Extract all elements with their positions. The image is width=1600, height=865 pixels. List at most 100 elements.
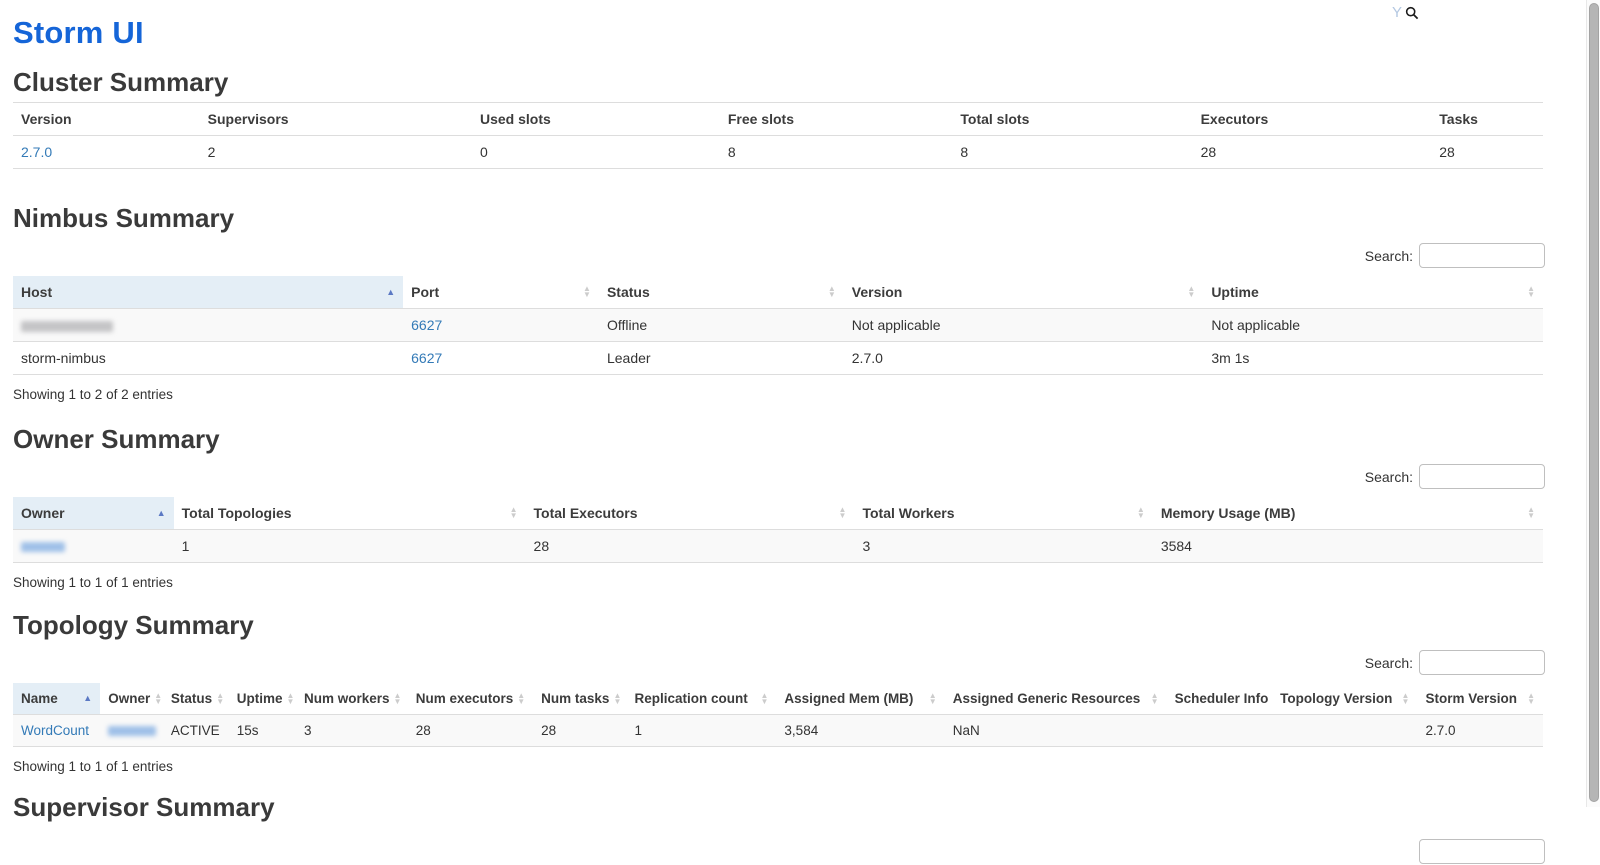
topology-header-row: Name▲ Owner▲▼ Status▲▼ Uptime▲▼ Num work… (13, 683, 1543, 715)
col-replication-count[interactable]: Replication count▲▼ (626, 683, 776, 715)
sort-idle-icon: ▲▼ (510, 507, 518, 519)
sort-idle-icon: ▲▼ (1402, 693, 1410, 705)
col-port[interactable]: Port▲▼ (403, 276, 599, 309)
topology-owner-redacted (100, 715, 163, 747)
col-uptime[interactable]: Uptime▲▼ (1203, 276, 1543, 309)
cluster-free-slots: 8 (720, 136, 953, 169)
cluster-header-row: Version Supervisors Used slots Free slot… (13, 103, 1543, 136)
cluster-version-link[interactable]: 2.7.0 (21, 144, 52, 160)
nimbus-search-bar: Search: (13, 243, 1545, 269)
supervisor-search-bar (13, 839, 1545, 865)
topology-num-workers: 3 (296, 715, 408, 747)
sort-asc-icon: ▲ (83, 694, 92, 703)
redacted-owner-link[interactable] (21, 542, 65, 552)
col-name[interactable]: Name▲ (13, 683, 100, 715)
col-assigned-generic-resources[interactable]: Assigned Generic Resources▲▼ (945, 683, 1167, 715)
nimbus-version: 2.7.0 (844, 342, 1204, 375)
topology-search-bar: Search: (13, 650, 1545, 676)
col-topology-version[interactable]: Topology Version▲▼ (1272, 683, 1417, 715)
col-topo-status[interactable]: Status▲▼ (163, 683, 229, 715)
topology-summary-table: Name▲ Owner▲▼ Status▲▼ Uptime▲▼ Num work… (13, 683, 1543, 747)
sort-idle-icon: ▲▼ (1187, 286, 1195, 298)
col-total-workers[interactable]: Total Workers▲▼ (854, 497, 1152, 530)
redacted-owner-link[interactable] (108, 726, 156, 736)
topology-replication-count: 1 (626, 715, 776, 747)
sort-idle-icon: ▲▼ (517, 693, 525, 705)
col-num-workers[interactable]: Num workers▲▼ (296, 683, 408, 715)
cluster-total-slots: 8 (952, 136, 1192, 169)
owner-summary-table: Owner▲ Total Topologies▲▼ Total Executor… (13, 497, 1543, 563)
redacted-host (21, 321, 113, 332)
owner-memory-usage: 3584 (1153, 530, 1543, 563)
cluster-tasks: 28 (1431, 136, 1543, 169)
col-tasks: Tasks (1431, 103, 1543, 136)
col-num-tasks[interactable]: Num tasks▲▼ (533, 683, 626, 715)
nimbus-port-link[interactable]: 6627 (411, 350, 442, 366)
nimbus-status: Offline (599, 309, 844, 342)
col-scheduler-info[interactable]: Scheduler Info▲▼ (1167, 683, 1273, 715)
col-num-executors[interactable]: Num executors▲▼ (408, 683, 533, 715)
cluster-used-slots: 0 (472, 136, 720, 169)
topology-search-label: Search: (1365, 655, 1413, 671)
topology-storm-version: 2.7.0 (1417, 715, 1543, 747)
owner-name-redacted (13, 530, 174, 563)
app-title-link[interactable]: Storm UI (13, 15, 1545, 51)
col-topo-owner[interactable]: Owner▲▼ (100, 683, 163, 715)
sort-idle-icon: ▲▼ (1527, 286, 1535, 298)
col-used-slots: Used slots (472, 103, 720, 136)
topology-uptime: 15s (229, 715, 296, 747)
owner-total-executors: 28 (526, 530, 855, 563)
owner-search-bar: Search: (13, 464, 1545, 490)
storm-ui-page: Storm UI Cluster Summary Version Supervi… (13, 0, 1545, 865)
nimbus-host-redacted (13, 309, 403, 342)
col-total-slots: Total slots (952, 103, 1192, 136)
topology-search-input[interactable] (1419, 650, 1545, 675)
nimbus-search-input[interactable] (1419, 243, 1545, 268)
scrollbar-thumb[interactable] (1589, 3, 1599, 802)
col-storm-version[interactable]: Storm Version▲▼ (1417, 683, 1543, 715)
cluster-summary-table: Version Supervisors Used slots Free slot… (13, 102, 1543, 169)
nimbus-row: 6627 Offline Not applicable Not applicab… (13, 309, 1543, 342)
col-status[interactable]: Status▲▼ (599, 276, 844, 309)
nimbus-version: Not applicable (844, 309, 1204, 342)
col-memory-usage[interactable]: Memory Usage (MB)▲▼ (1153, 497, 1543, 530)
col-free-slots: Free slots (720, 103, 953, 136)
sort-idle-icon: ▲▼ (1137, 507, 1145, 519)
topology-assigned-generic-resources: NaN (945, 715, 1167, 747)
col-total-topologies[interactable]: Total Topologies▲▼ (174, 497, 526, 530)
col-version: Version (13, 103, 200, 136)
vertical-scrollbar[interactable] (1586, 0, 1600, 807)
cluster-supervisors: 2 (200, 136, 472, 169)
cluster-row: 2.7.0 2 0 8 8 28 28 (13, 136, 1543, 169)
col-owner[interactable]: Owner▲ (13, 497, 174, 530)
topology-status: ACTIVE (163, 715, 229, 747)
col-topo-uptime[interactable]: Uptime▲▼ (229, 683, 296, 715)
sort-idle-icon: ▲▼ (394, 693, 402, 705)
sort-idle-icon: ▲▼ (1151, 693, 1159, 705)
col-assigned-mem[interactable]: Assigned Mem (MB)▲▼ (776, 683, 944, 715)
col-host[interactable]: Host▲ (13, 276, 403, 309)
supervisor-search-input[interactable] (1419, 839, 1545, 864)
cluster-executors: 28 (1193, 136, 1432, 169)
sort-idle-icon: ▲▼ (828, 286, 836, 298)
owner-total-topologies: 1 (174, 530, 526, 563)
sort-idle-icon: ▲▼ (286, 693, 294, 705)
sort-idle-icon: ▲▼ (839, 507, 847, 519)
nimbus-port-link[interactable]: 6627 (411, 317, 442, 333)
nimbus-summary-heading: Nimbus Summary (13, 203, 1545, 234)
col-nimbus-version[interactable]: Version▲▼ (844, 276, 1204, 309)
owner-total-workers: 3 (854, 530, 1152, 563)
owner-summary-heading: Owner Summary (13, 424, 1545, 455)
topology-num-tasks: 28 (533, 715, 626, 747)
sort-idle-icon: ▲▼ (583, 286, 591, 298)
topology-name-link[interactable]: WordCount (21, 723, 89, 738)
sort-idle-icon: ▲▼ (216, 693, 224, 705)
sort-asc-icon: ▲ (157, 509, 166, 518)
owner-search-input[interactable] (1419, 464, 1545, 489)
topology-assigned-mem: 3,584 (776, 715, 944, 747)
nimbus-summary-table: Host▲ Port▲▼ Status▲▼ Version▲▼ Uptime▲▼ (13, 276, 1543, 375)
topology-version (1272, 715, 1417, 747)
topology-summary-heading: Topology Summary (13, 610, 1545, 641)
nimbus-host: storm-nimbus (13, 342, 403, 375)
col-total-executors[interactable]: Total Executors▲▼ (526, 497, 855, 530)
